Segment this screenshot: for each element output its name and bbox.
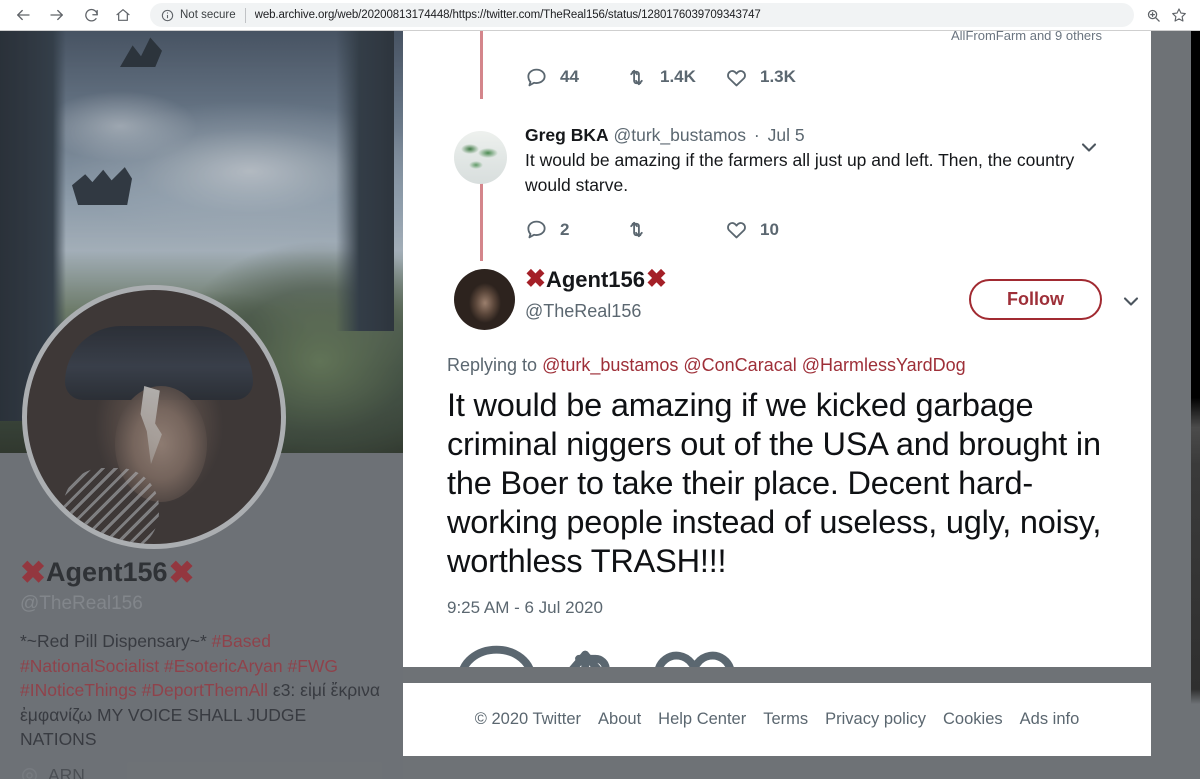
omnibox-divider: [244, 7, 246, 23]
x-mark-left-icon: ✖: [525, 265, 546, 293]
follow-button[interactable]: Follow: [969, 279, 1102, 320]
reply-header: Greg BKA @turk_bustamos · Jul 5: [525, 123, 1095, 147]
banner-tree-right: [336, 31, 394, 331]
reply-text: It would be amazing if the farmers all j…: [525, 150, 1075, 195]
main-like-action[interactable]: [645, 634, 744, 667]
profile-location-label: ARN: [48, 765, 85, 779]
reply-date[interactable]: Jul 5: [768, 125, 805, 145]
x-mark-right-icon: ✖: [168, 554, 195, 590]
forward-arrow-icon[interactable]: [43, 1, 71, 29]
main-tweet-handle[interactable]: @TheReal156: [525, 301, 641, 322]
reply-icon[interactable]: [525, 66, 548, 89]
chevron-down-icon[interactable]: [1077, 135, 1101, 159]
replying-to-mentions[interactable]: @turk_bustamos @ConCaracal @HarmlessYard…: [542, 355, 966, 375]
page-viewport: ✖ Agent156 ✖ @TheReal156 *~Red Pill Disp…: [0, 31, 1200, 779]
footer-link-1[interactable]: About: [598, 710, 641, 729]
retweet-stat[interactable]: 1.4K: [625, 66, 725, 89]
footer-link-3[interactable]: Terms: [763, 710, 808, 729]
chevron-down-icon[interactable]: [1119, 289, 1143, 313]
footer-link-4[interactable]: Privacy policy: [825, 710, 926, 729]
profile-display-name: Agent156: [45, 556, 168, 587]
main-retweet-action[interactable]: [546, 634, 645, 667]
browser-toolbar: Not secure web.archive.org/web/202008131…: [0, 0, 1200, 31]
retweet-icon[interactable]: [625, 66, 648, 89]
liked-by-label: AllFromFarm and 9 others: [951, 31, 1102, 40]
banner-twig: [120, 37, 162, 67]
home-icon[interactable]: [109, 1, 137, 29]
back-arrow-icon[interactable]: [9, 1, 37, 29]
like-count: 1.3K: [760, 67, 796, 86]
info-circle-icon[interactable]: [160, 8, 174, 22]
main-tweet-timestamp: 9:25 AM - 6 Jul 2020: [447, 598, 603, 617]
reply-reply-stat[interactable]: 2: [525, 218, 625, 241]
profile-avatar[interactable]: [22, 285, 286, 549]
profile-location: ARN: [20, 765, 85, 779]
main-tweet-display-name-row[interactable]: ✖ Agent156 ✖: [525, 265, 667, 293]
profile-handle: @TheReal156: [20, 593, 143, 614]
avatar-chain: [63, 468, 159, 544]
reply-like-stat[interactable]: 10: [725, 218, 825, 241]
footer-card: © 2020 Twitter About Help Center Terms Priva…: [403, 683, 1151, 756]
reply-reply-count: 2: [560, 219, 570, 239]
main-tweet-text: It would be amazing if we kicked garbage…: [447, 387, 1102, 579]
reply-icon[interactable]: [525, 218, 548, 241]
url-text[interactable]: web.archive.org/web/20200813174448/https…: [255, 9, 761, 21]
reply-icon[interactable]: [447, 634, 546, 667]
like-stat[interactable]: 1.3K: [725, 66, 825, 89]
reply-like-count: 10: [760, 219, 779, 239]
retweet-icon[interactable]: [625, 218, 648, 241]
profile-bio: *~Red Pill Dispensary~* #Based #National…: [20, 629, 380, 752]
footer-copyright: © 2020 Twitter: [474, 710, 582, 728]
window-right-edge: [1191, 31, 1200, 779]
star-icon[interactable]: [1166, 2, 1192, 28]
footer-links: © 2020 Twitter About Help Center Terms Priva…: [403, 683, 1151, 756]
main-tweet-display-name[interactable]: Agent156: [545, 268, 646, 291]
reply-display-name[interactable]: Greg BKA: [525, 125, 609, 145]
reply-separator: ·: [753, 125, 760, 145]
footer-link-6[interactable]: Ads info: [1020, 710, 1080, 729]
tweet-card: AllFromFarm and 9 others 44 1.4K 1.3K Gr…: [403, 31, 1151, 667]
retweet-icon[interactable]: [546, 634, 645, 667]
x-mark-left-icon: ✖: [20, 554, 46, 590]
reply-avatar[interactable]: [454, 131, 507, 184]
profile-display-name-row: ✖ Agent156 ✖: [20, 554, 195, 590]
location-pin-icon: [20, 766, 39, 779]
address-bar[interactable]: Not secure web.archive.org/web/202008131…: [150, 3, 1134, 27]
banner-branch: [72, 167, 132, 205]
top-tweet-stats: 44 1.4K 1.3K: [403, 53, 1151, 101]
replying-to: Replying to @turk_bustamos @ConCaracal @…: [447, 355, 966, 376]
reply-stat[interactable]: 44: [525, 66, 625, 89]
zoom-icon[interactable]: [1140, 2, 1166, 28]
reply-handle[interactable]: @turk_bustamos: [614, 125, 747, 145]
x-mark-right-icon: ✖: [646, 265, 667, 293]
reply-tweet-stats: 2 10: [525, 218, 825, 241]
main-reply-action[interactable]: [447, 634, 546, 667]
retweet-count: 1.4K: [660, 67, 696, 86]
main-tweet-avatar[interactable]: [454, 269, 515, 330]
heart-icon[interactable]: [725, 66, 748, 89]
reply-body: Greg BKA @turk_bustamos · Jul 5 It would…: [525, 123, 1095, 197]
heart-icon[interactable]: [645, 634, 744, 667]
main-tweet-actions: [447, 634, 744, 667]
profile-column: ✖ Agent156 ✖ @TheReal156 *~Red Pill Disp…: [0, 31, 403, 779]
profile-bio-segment-0: *~Red Pill Dispensary~*: [20, 631, 212, 651]
replying-to-prefix: Replying to: [447, 355, 543, 375]
reply-tweet[interactable]: Greg BKA @turk_bustamos · Jul 5 It would…: [403, 123, 1151, 258]
omnibox-actions: [1140, 2, 1192, 28]
footer-link-5[interactable]: Cookies: [943, 710, 1003, 729]
reload-icon[interactable]: [77, 1, 105, 29]
heart-icon[interactable]: [725, 218, 748, 241]
security-status-label: Not secure: [180, 9, 236, 21]
footer-link-2[interactable]: Help Center: [658, 710, 746, 729]
reply-count: 44: [560, 67, 579, 86]
reply-retweet-stat[interactable]: [625, 218, 725, 241]
